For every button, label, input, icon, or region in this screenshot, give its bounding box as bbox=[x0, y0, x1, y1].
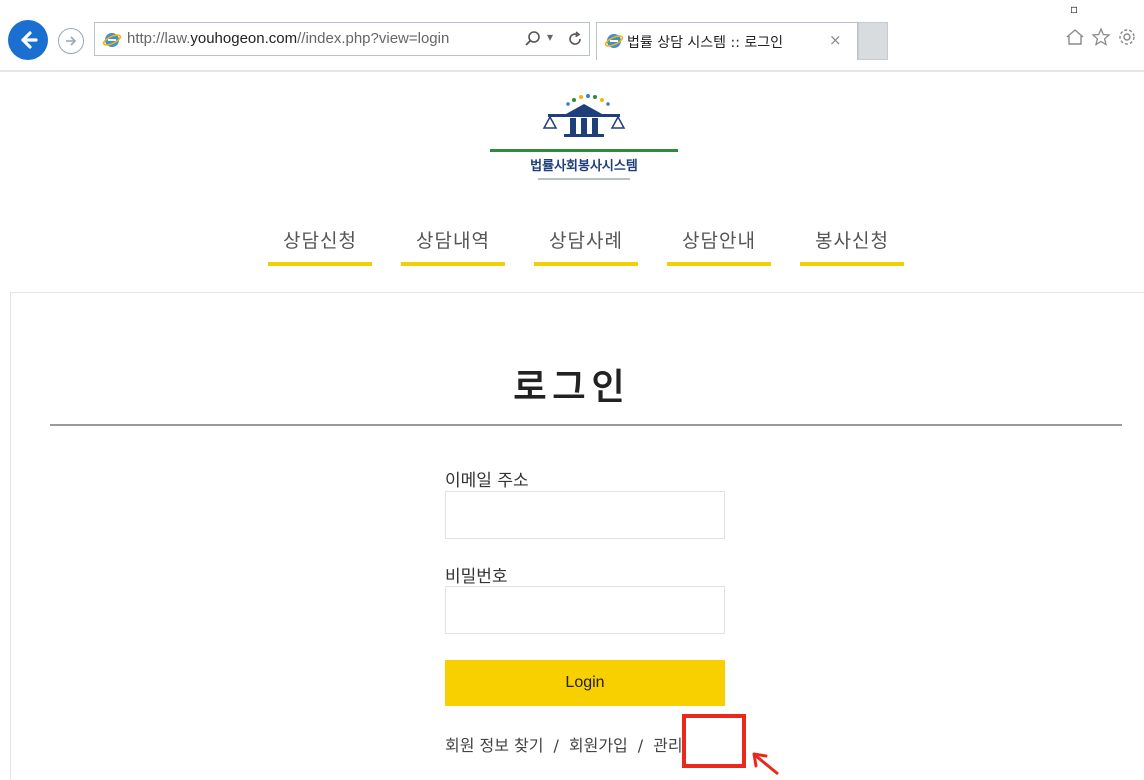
search-icon[interactable] bbox=[523, 29, 543, 49]
link-separator: / bbox=[553, 736, 559, 755]
ie-icon bbox=[103, 33, 121, 47]
gear-icon[interactable] bbox=[1116, 26, 1138, 48]
nav-item-volunteer-request[interactable]: 봉사신청 bbox=[800, 226, 904, 266]
site-logo[interactable]: 법률사회봉사시스템 bbox=[486, 90, 682, 192]
nav-label: 상담내역 bbox=[416, 230, 490, 252]
home-icon[interactable] bbox=[1064, 26, 1086, 48]
nav-underline bbox=[800, 262, 904, 266]
window-control[interactable]: ▫ bbox=[1070, 2, 1078, 16]
find-account-link[interactable]: 회원 정보 찾기 bbox=[445, 736, 544, 755]
tab-title: 법률 상담 시스템 :: 로그인 bbox=[627, 35, 784, 51]
link-separator: / bbox=[637, 736, 644, 755]
password-label: 비밀번호 bbox=[445, 567, 508, 587]
arrow-left-icon bbox=[21, 31, 38, 49]
account-links: 회원 정보 찾기 / 회원가입 / 관리 bbox=[445, 732, 683, 756]
nav-item-consult-history[interactable]: 상담내역 bbox=[401, 226, 505, 266]
nav-underline bbox=[534, 262, 638, 266]
toolbar-divider bbox=[0, 70, 1144, 72]
nav-underline bbox=[667, 262, 771, 266]
highlight-box bbox=[682, 714, 746, 768]
nav-item-consult-cases[interactable]: 상담사례 bbox=[534, 226, 638, 266]
nav-label: 상담사례 bbox=[549, 230, 623, 252]
nav-label: 상담신청 bbox=[283, 230, 357, 252]
annotation-arrow-icon bbox=[752, 752, 779, 776]
nav-label: 상담안내 bbox=[682, 230, 756, 252]
address-dropdown-icon[interactable]: ▾ bbox=[547, 30, 553, 44]
url-text[interactable]: http://law.youhogeon.com//index.php?view… bbox=[127, 30, 449, 47]
back-button[interactable] bbox=[8, 20, 48, 60]
courthouse-logo-icon: 법률사회봉사시스템 bbox=[490, 94, 678, 180]
nav-label: 봉사신청 bbox=[815, 230, 889, 252]
star-icon[interactable] bbox=[1090, 26, 1112, 48]
browser-tab[interactable]: 법률 상담 시스템 :: 로그인 × bbox=[596, 22, 858, 60]
password-field[interactable] bbox=[445, 586, 725, 634]
new-tab-button[interactable] bbox=[858, 22, 888, 60]
page-title: 로그인 bbox=[513, 367, 631, 408]
forward-button[interactable] bbox=[58, 28, 84, 54]
signup-link[interactable]: 회원가입 bbox=[569, 736, 628, 755]
close-icon[interactable]: × bbox=[829, 31, 842, 49]
main-nav: 상담신청 상담내역 상담사례 상담안내 봉사신청 bbox=[264, 226, 904, 270]
email-label: 이메일 주소 bbox=[445, 471, 529, 491]
title-divider bbox=[50, 424, 1122, 426]
logo-text: 법률사회봉사시스템 bbox=[530, 158, 638, 174]
address-bar[interactable]: http://law.youhogeon.com//index.php?view… bbox=[94, 22, 590, 56]
nav-underline bbox=[268, 262, 372, 266]
browser-toolbar: http://law.youhogeon.com//index.php?view… bbox=[0, 0, 1144, 72]
login-button[interactable]: Login bbox=[445, 660, 725, 706]
nav-item-consult-request[interactable]: 상담신청 bbox=[268, 226, 372, 266]
arrow-right-icon bbox=[66, 36, 77, 46]
email-field[interactable] bbox=[445, 491, 725, 539]
admin-link[interactable]: 관리 bbox=[653, 736, 682, 755]
refresh-icon[interactable] bbox=[565, 29, 585, 49]
nav-underline bbox=[401, 262, 505, 266]
ie-icon bbox=[605, 34, 623, 48]
nav-item-consult-guide[interactable]: 상담안내 bbox=[667, 226, 771, 266]
